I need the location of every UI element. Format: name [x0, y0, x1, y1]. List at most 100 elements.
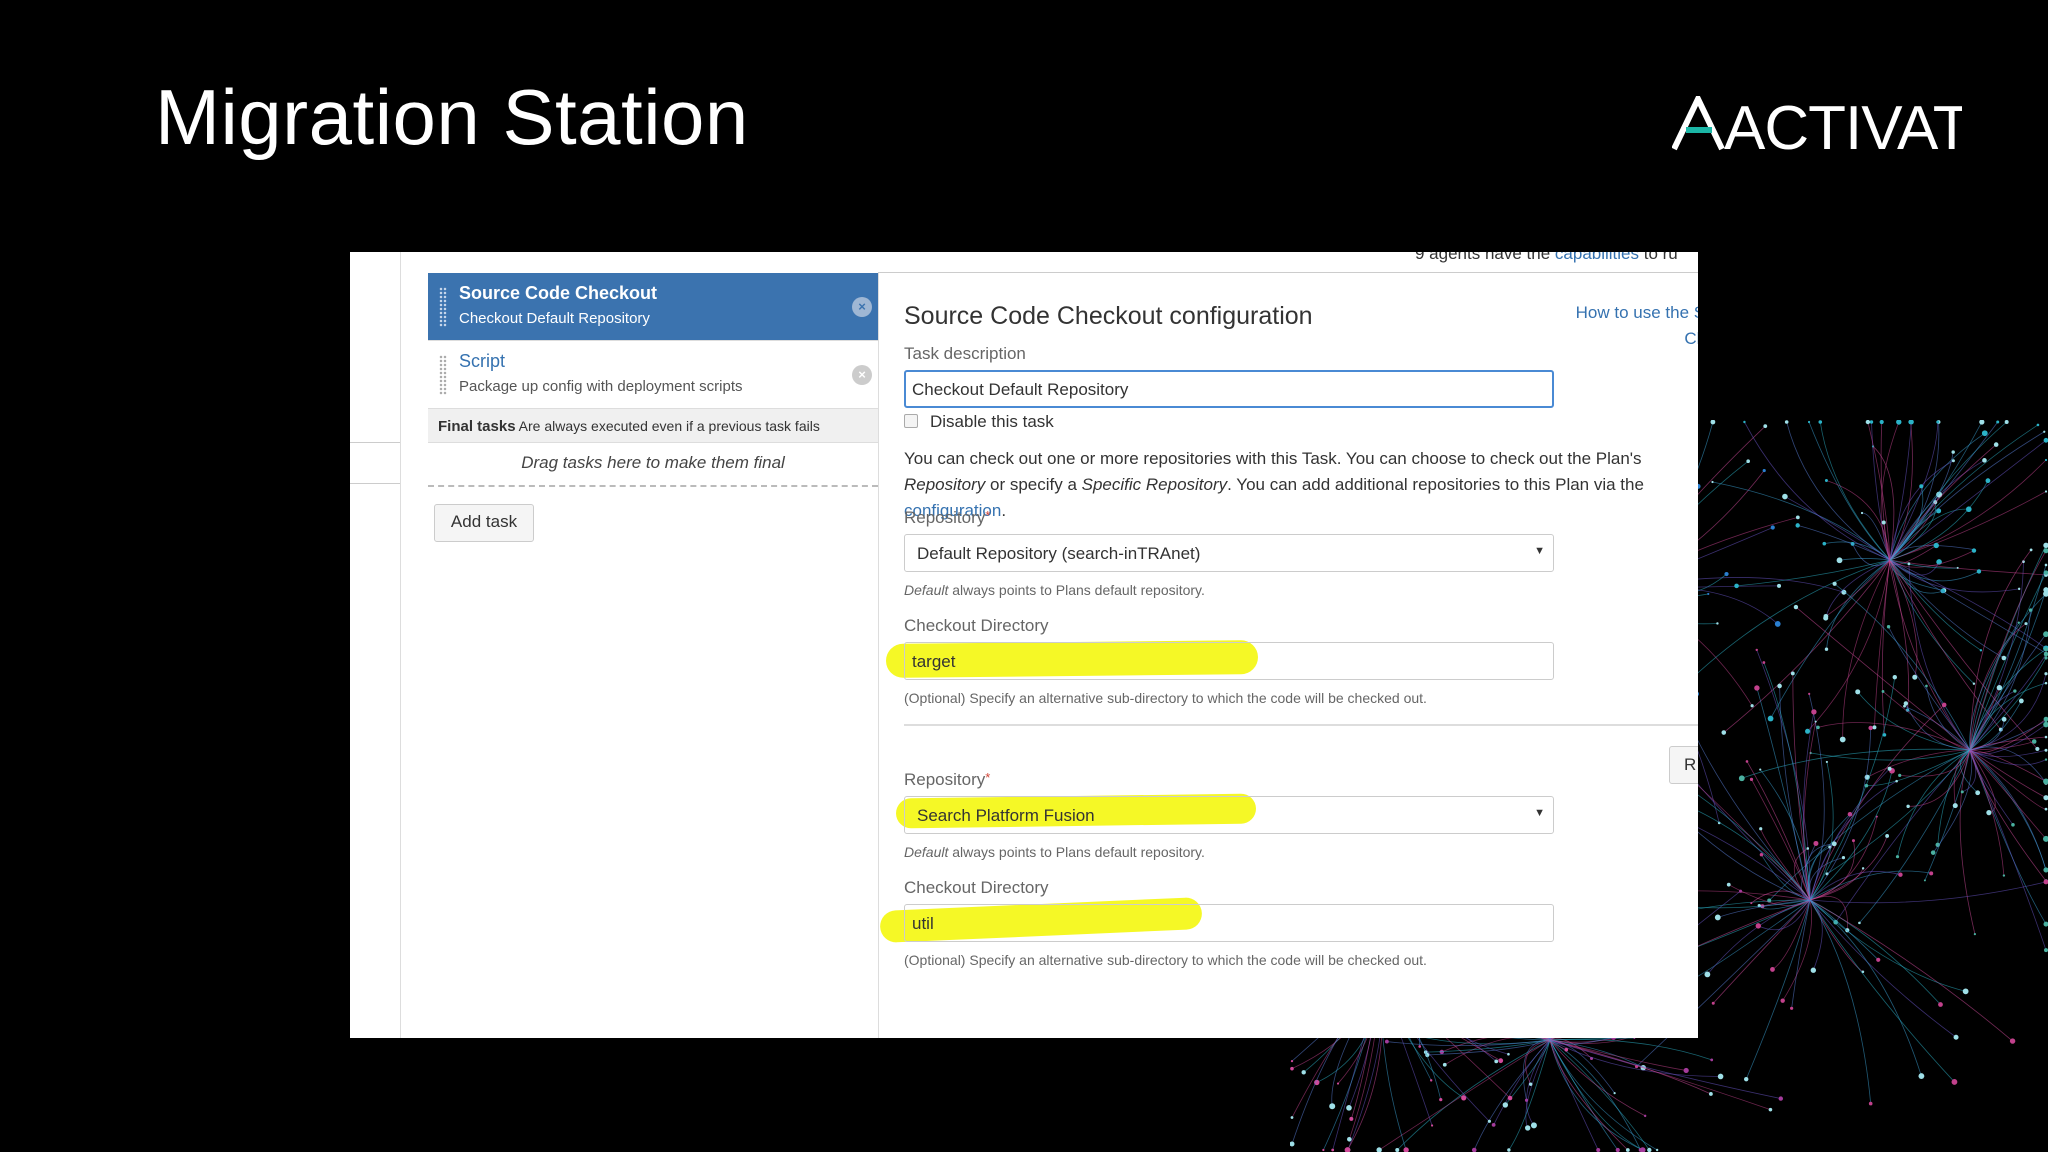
checkout-directory-input[interactable]: target — [904, 642, 1554, 680]
final-tasks-drop-zone[interactable]: Drag tasks here to make them final — [428, 443, 878, 487]
repository-separator — [904, 724, 1698, 726]
disable-task-row[interactable]: Disable this task — [904, 412, 1054, 432]
network-node — [1925, 684, 1928, 688]
network-node — [1711, 480, 1714, 484]
network-node — [1825, 760, 1828, 764]
network-edge — [1736, 559, 1891, 587]
repository-select[interactable]: Default Repository (search-inTRAnet) ▼ — [904, 534, 1554, 572]
network-node — [1774, 621, 1781, 627]
network-node — [1895, 779, 1898, 783]
network-node — [1762, 468, 1766, 473]
network-edge — [1549, 1039, 1650, 1151]
network-node — [1290, 1060, 1294, 1063]
network-edge — [1824, 541, 1891, 561]
repository-label-text: Repository — [904, 770, 986, 789]
network-node — [1861, 867, 1865, 870]
hint-default-text: Default — [904, 844, 949, 860]
network-node — [1824, 479, 1828, 483]
app-screenshot: 9 agents have the capabilities to ru Sou… — [350, 252, 1698, 1038]
network-node — [2009, 1038, 2016, 1044]
network-edge — [1549, 1039, 1658, 1151]
network-node — [2017, 621, 2020, 624]
task-description-input[interactable]: Checkout Default Repository — [904, 370, 1554, 408]
add-task-button[interactable]: Add task — [434, 504, 534, 542]
dropdown-arrow-icon: ▼ — [1534, 545, 1545, 557]
task-item-source-code-checkout[interactable]: Source Code Checkout Checkout Default Re… — [428, 273, 878, 341]
rail-divider — [350, 442, 400, 484]
network-node — [1710, 420, 1716, 425]
network-node — [1892, 675, 1897, 680]
network-node — [2044, 948, 2048, 953]
network-node — [1806, 847, 1810, 850]
network-node — [2043, 921, 2048, 927]
network-node — [1860, 511, 1864, 515]
network-node — [1643, 1114, 1647, 1118]
network-node — [2044, 647, 2048, 652]
network-node — [1868, 1101, 1873, 1106]
repository-action-button[interactable]: R — [1669, 746, 1698, 784]
network-node — [1930, 850, 1936, 855]
network-node — [1881, 690, 1885, 693]
network-node — [1790, 1006, 1794, 1010]
network-node — [1858, 921, 1861, 925]
network-edge — [1809, 899, 1957, 1038]
paragraph-text: . — [1001, 501, 1007, 520]
task-item-script[interactable]: Script Package up config with deployment… — [428, 341, 878, 409]
network-node — [1869, 420, 1874, 424]
network-node — [1811, 709, 1817, 715]
network-edge — [1889, 559, 2005, 659]
network-node — [1717, 1073, 1724, 1080]
final-tasks-label: Final tasks — [438, 418, 516, 435]
drag-handle-icon[interactable] — [439, 355, 447, 395]
network-node — [2044, 656, 2048, 660]
required-marker: * — [985, 770, 991, 785]
network-edge — [1810, 749, 1971, 761]
disable-task-checkbox[interactable] — [904, 414, 918, 428]
network-node — [1784, 420, 1789, 424]
network-node — [1724, 571, 1729, 577]
network-node — [1767, 715, 1774, 722]
network-node — [2031, 739, 2037, 744]
capabilities-link[interactable]: capabilities — [1555, 252, 1639, 263]
logo-text: ACTIVATE — [1724, 96, 1962, 156]
network-node — [1530, 1122, 1537, 1129]
network-node — [1743, 420, 1746, 424]
network-node — [1683, 1067, 1689, 1074]
repository-label: Repository* — [904, 770, 990, 790]
network-node — [1885, 834, 1890, 838]
activate-logo: ACTIVATE — [1672, 96, 1962, 156]
network-edge — [1819, 421, 1891, 561]
network-node — [1403, 1147, 1409, 1152]
network-edge — [1834, 583, 1971, 751]
repository-select[interactable]: Search Platform Fusion ▼ — [904, 796, 1554, 834]
network-node — [2024, 622, 2028, 626]
network-node — [1778, 1096, 1783, 1101]
network-node — [1777, 683, 1782, 689]
network-node — [1898, 773, 1902, 777]
remove-task-icon[interactable]: × — [852, 365, 872, 385]
help-link[interactable]: How to use the Sou Chec — [1564, 300, 1698, 352]
network-node — [1721, 730, 1727, 735]
network-edge — [1889, 550, 1975, 568]
network-node — [1507, 1095, 1513, 1101]
network-node — [1879, 420, 1884, 425]
network-node — [1795, 523, 1800, 528]
network-node — [1290, 1141, 1295, 1147]
network-node — [1491, 1123, 1496, 1127]
network-node — [1790, 671, 1795, 676]
network-node — [2044, 563, 2048, 567]
specific-repository-text: Specific Repository — [1081, 475, 1228, 494]
network-node — [1349, 1116, 1354, 1121]
network-edge — [1826, 749, 1971, 875]
network-node — [2044, 748, 2048, 752]
network-node — [1322, 1148, 1325, 1152]
network-edge — [1692, 899, 1811, 980]
remove-task-icon[interactable]: × — [852, 297, 872, 317]
plans-repository-text: Repository — [904, 475, 986, 494]
drag-handle-icon[interactable] — [439, 287, 447, 327]
network-node — [1979, 649, 1983, 652]
network-node — [1855, 689, 1861, 695]
paragraph-line-2: Repository or specify a Specific Reposit… — [904, 472, 1698, 498]
paragraph-text: . You can add additional repositories to… — [1227, 475, 1644, 494]
checkout-directory-input[interactable]: util — [904, 904, 1554, 942]
